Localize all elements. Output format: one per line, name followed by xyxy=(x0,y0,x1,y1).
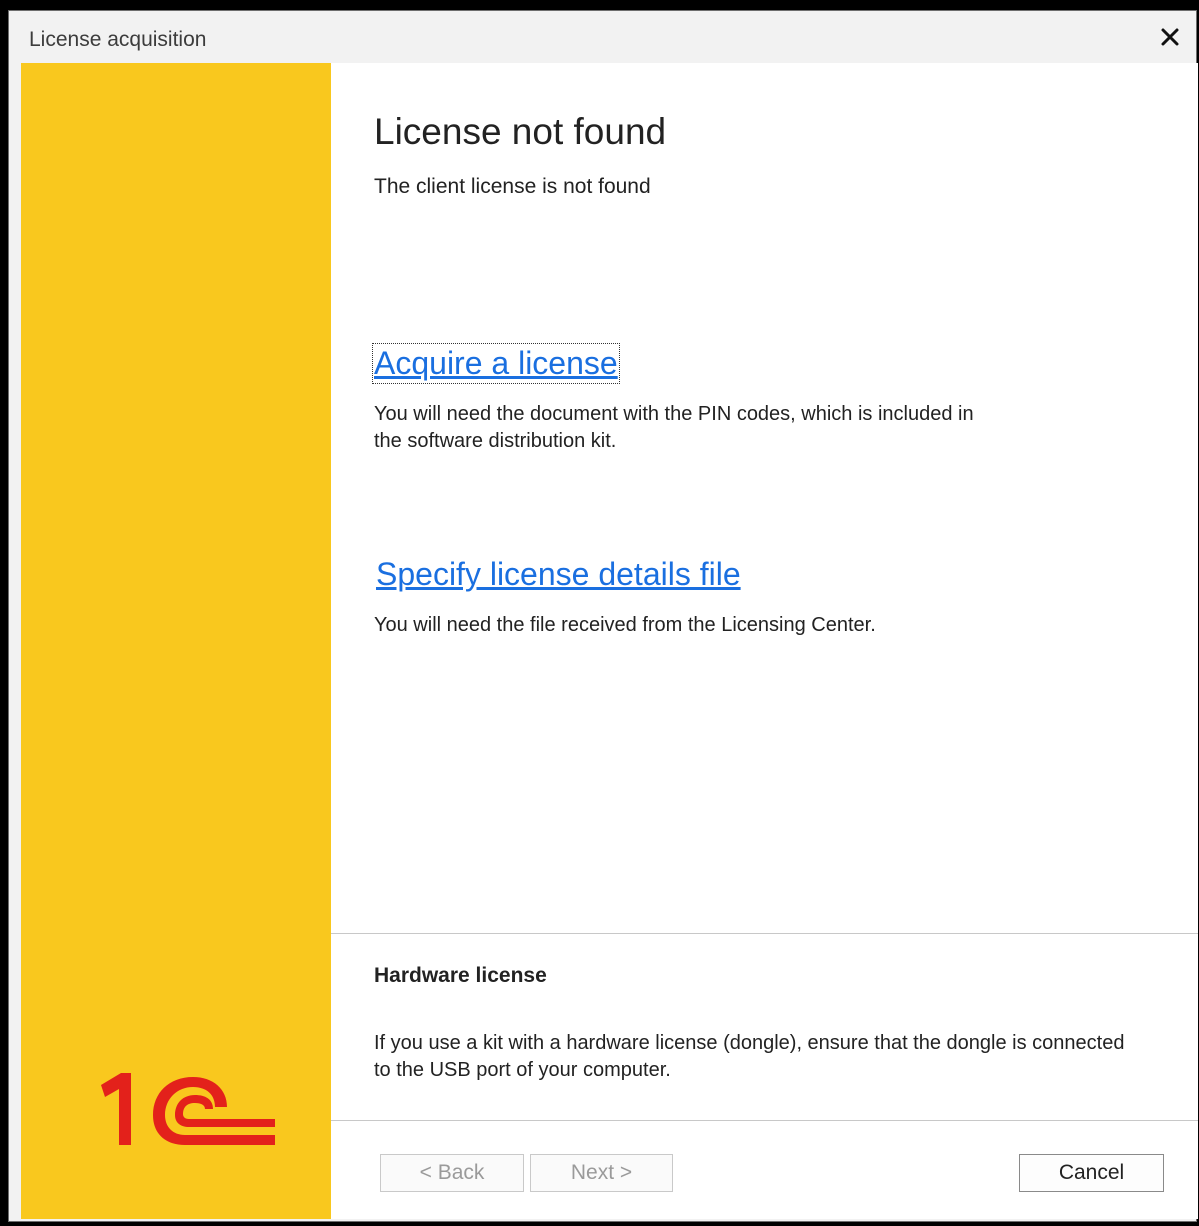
close-button[interactable] xyxy=(1156,23,1184,51)
window-title: License acquisition xyxy=(29,28,207,51)
dialog-footer: < Back Next > Cancel xyxy=(331,1121,1198,1219)
1c-logo xyxy=(95,1063,275,1153)
acquire-license-description: You will need the document with the PIN … xyxy=(374,403,974,452)
acquire-license-link[interactable]: Acquire a license xyxy=(372,343,620,384)
cancel-button[interactable]: Cancel xyxy=(1019,1154,1164,1192)
back-button[interactable]: < Back xyxy=(380,1154,524,1192)
title-bar: License acquisition xyxy=(9,11,1196,63)
specify-license-file-link[interactable]: Specify license details file xyxy=(376,556,741,593)
hardware-license-section: Hardware license If you use a kit with a… xyxy=(331,933,1198,1121)
page-subtitle: The client license is not found xyxy=(374,175,651,198)
hardware-license-title: Hardware license xyxy=(374,964,547,987)
hardware-license-description: If you use a kit with a hardware license… xyxy=(374,1032,1125,1081)
page-title: License not found xyxy=(374,111,667,152)
dialog-window: License acquisition License not found Th… xyxy=(0,0,1199,1226)
close-icon xyxy=(1161,28,1179,46)
sidebar-banner xyxy=(21,63,331,1219)
next-button[interactable]: Next > xyxy=(530,1154,673,1192)
main-panel: License not found The client license is … xyxy=(331,63,1198,1219)
specify-license-file-description: You will need the file received from the… xyxy=(374,614,876,636)
dialog-frame: License acquisition License not found Th… xyxy=(8,10,1198,1222)
dialog-content: License not found The client license is … xyxy=(21,63,1198,1219)
